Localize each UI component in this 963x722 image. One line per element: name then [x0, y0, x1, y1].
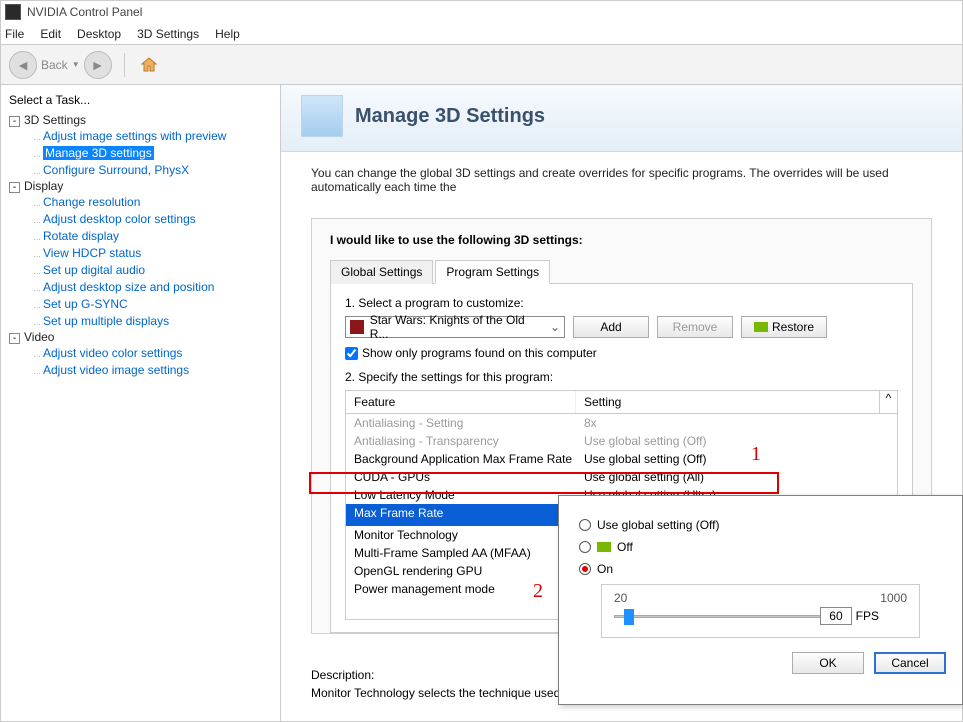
back-label: Back: [41, 58, 68, 72]
feature-cell: Max Frame Rate: [354, 506, 584, 524]
show-only-label: Show only programs found on this compute…: [362, 346, 597, 360]
frame-rate-popup: Use global setting (Off) Off On 20 1000 …: [558, 495, 963, 705]
feature-cell: Antialiasing - Transparency: [354, 434, 584, 448]
page-header-icon: [301, 95, 343, 137]
task-sidebar: Select a Task... -3D Settings Adjust ima…: [1, 85, 281, 721]
sidebar-heading: Select a Task...: [1, 89, 280, 111]
feature-cell: Multi-Frame Sampled AA (MFAA): [354, 546, 584, 560]
setting-cell[interactable]: Use global setting (All): [584, 470, 889, 484]
feature-cell: CUDA - GPUs: [354, 470, 584, 484]
fps-value[interactable]: 60: [820, 607, 851, 625]
page-header: Manage 3D Settings: [281, 85, 962, 152]
feature-cell: Low Latency Mode: [354, 488, 584, 502]
radio-icon: [579, 541, 591, 553]
tree-group-video: Video: [24, 330, 54, 344]
step1-label: 1. Select a program to customize:: [345, 296, 898, 310]
toolbar-separator: [124, 53, 125, 77]
slider-thumb[interactable]: [624, 609, 634, 625]
menu-edit[interactable]: Edit: [40, 27, 61, 41]
panel-heading: I would like to use the following 3D set…: [330, 233, 913, 247]
sidebar-item[interactable]: Change resolution: [43, 195, 140, 209]
page-title: Manage 3D Settings: [355, 105, 545, 128]
chevron-down-icon: ⌄: [550, 320, 560, 334]
scroll-up-icon[interactable]: ^: [879, 391, 897, 413]
cancel-button[interactable]: Cancel: [874, 652, 946, 674]
program-select[interactable]: Star Wars: Knights of the Old R... ⌄: [345, 316, 565, 338]
program-select-text: Star Wars: Knights of the Old R...: [370, 313, 544, 341]
slider-min: 20: [614, 591, 627, 605]
game-icon: [350, 320, 364, 334]
tree-group-display: Display: [24, 179, 63, 193]
tab-program-settings[interactable]: Program Settings: [435, 260, 550, 284]
sidebar-item[interactable]: Adjust image settings with preview: [43, 129, 226, 143]
table-row[interactable]: Antialiasing - Setting8x: [346, 414, 897, 432]
feature-cell: OpenGL rendering GPU: [354, 564, 584, 578]
sidebar-item[interactable]: Set up multiple displays: [43, 314, 169, 328]
tab-global-settings[interactable]: Global Settings: [330, 260, 433, 284]
ok-button[interactable]: OK: [792, 652, 864, 674]
menu-bar: File Edit Desktop 3D Settings Help: [1, 23, 962, 45]
page-description: You can change the global 3D settings an…: [281, 152, 962, 202]
back-dropdown-icon[interactable]: ▼: [72, 60, 80, 69]
tree-toggle-icon[interactable]: -: [9, 333, 20, 344]
setting-cell[interactable]: Use global setting (Off): [584, 434, 889, 448]
nvidia-logo-icon: [597, 542, 611, 552]
sidebar-item[interactable]: View HDCP status: [43, 246, 141, 260]
col-feature: Feature: [346, 391, 576, 413]
restore-button[interactable]: Restore: [741, 316, 827, 338]
option-use-global[interactable]: Use global setting (Off): [579, 518, 942, 532]
feature-cell: Background Application Max Frame Rate: [354, 452, 584, 466]
fps-slider-box: 20 1000 60 FPS: [601, 584, 920, 638]
remove-button: Remove: [657, 316, 733, 338]
sidebar-item[interactable]: Configure Surround, PhysX: [43, 163, 189, 177]
setting-cell[interactable]: 8x: [584, 416, 889, 430]
radio-icon: [579, 519, 591, 531]
slider-max: 1000: [880, 591, 907, 605]
table-row[interactable]: CUDA - GPUsUse global setting (All): [346, 468, 897, 486]
sidebar-item[interactable]: Adjust video image settings: [43, 363, 189, 377]
sidebar-item[interactable]: Adjust desktop size and position: [43, 280, 214, 294]
add-button[interactable]: Add: [573, 316, 649, 338]
toolbar: ◄ Back ▼ ►: [1, 45, 962, 85]
tree-group-3d: 3D Settings: [24, 113, 86, 127]
slider-track[interactable]: [614, 615, 837, 618]
settings-tabs: Global Settings Program Settings: [330, 259, 913, 284]
home-button[interactable]: [137, 53, 161, 77]
title-bar: NVIDIA Control Panel: [1, 1, 962, 23]
nvidia-logo-icon: [754, 322, 768, 332]
tree-toggle-icon[interactable]: -: [9, 116, 20, 127]
sidebar-item[interactable]: Adjust desktop color settings: [43, 212, 196, 226]
sidebar-item[interactable]: Rotate display: [43, 229, 119, 243]
menu-help[interactable]: Help: [215, 27, 240, 41]
radio-checked-icon: [579, 563, 591, 575]
table-row[interactable]: Background Application Max Frame RateUse…: [346, 450, 897, 468]
home-icon: [139, 55, 159, 75]
sidebar-item-manage-3d[interactable]: Manage 3D settings: [43, 146, 154, 160]
window-title: NVIDIA Control Panel: [27, 5, 142, 19]
fps-unit: FPS: [856, 609, 879, 623]
menu-desktop[interactable]: Desktop: [77, 27, 121, 41]
step2-label: 2. Specify the settings for this program…: [345, 370, 898, 384]
sidebar-item[interactable]: Set up G-SYNC: [43, 297, 128, 311]
tree-toggle-icon[interactable]: -: [9, 182, 20, 193]
feature-cell: Monitor Technology: [354, 528, 584, 542]
setting-cell[interactable]: Use global setting (Off): [584, 452, 889, 466]
sidebar-item[interactable]: Set up digital audio: [43, 263, 145, 277]
forward-button[interactable]: ►: [84, 51, 112, 79]
option-off[interactable]: Off: [579, 540, 942, 554]
feature-cell: Antialiasing - Setting: [354, 416, 584, 430]
col-setting: Setting: [576, 391, 879, 413]
feature-cell: Power management mode: [354, 582, 584, 596]
option-on[interactable]: On: [579, 562, 942, 576]
menu-file[interactable]: File: [5, 27, 24, 41]
sidebar-item[interactable]: Adjust video color settings: [43, 346, 182, 360]
app-icon: [5, 4, 21, 20]
show-only-checkbox[interactable]: [345, 347, 358, 360]
menu-3d-settings[interactable]: 3D Settings: [137, 27, 199, 41]
table-row[interactable]: Antialiasing - TransparencyUse global se…: [346, 432, 897, 450]
back-button[interactable]: ◄: [9, 51, 37, 79]
